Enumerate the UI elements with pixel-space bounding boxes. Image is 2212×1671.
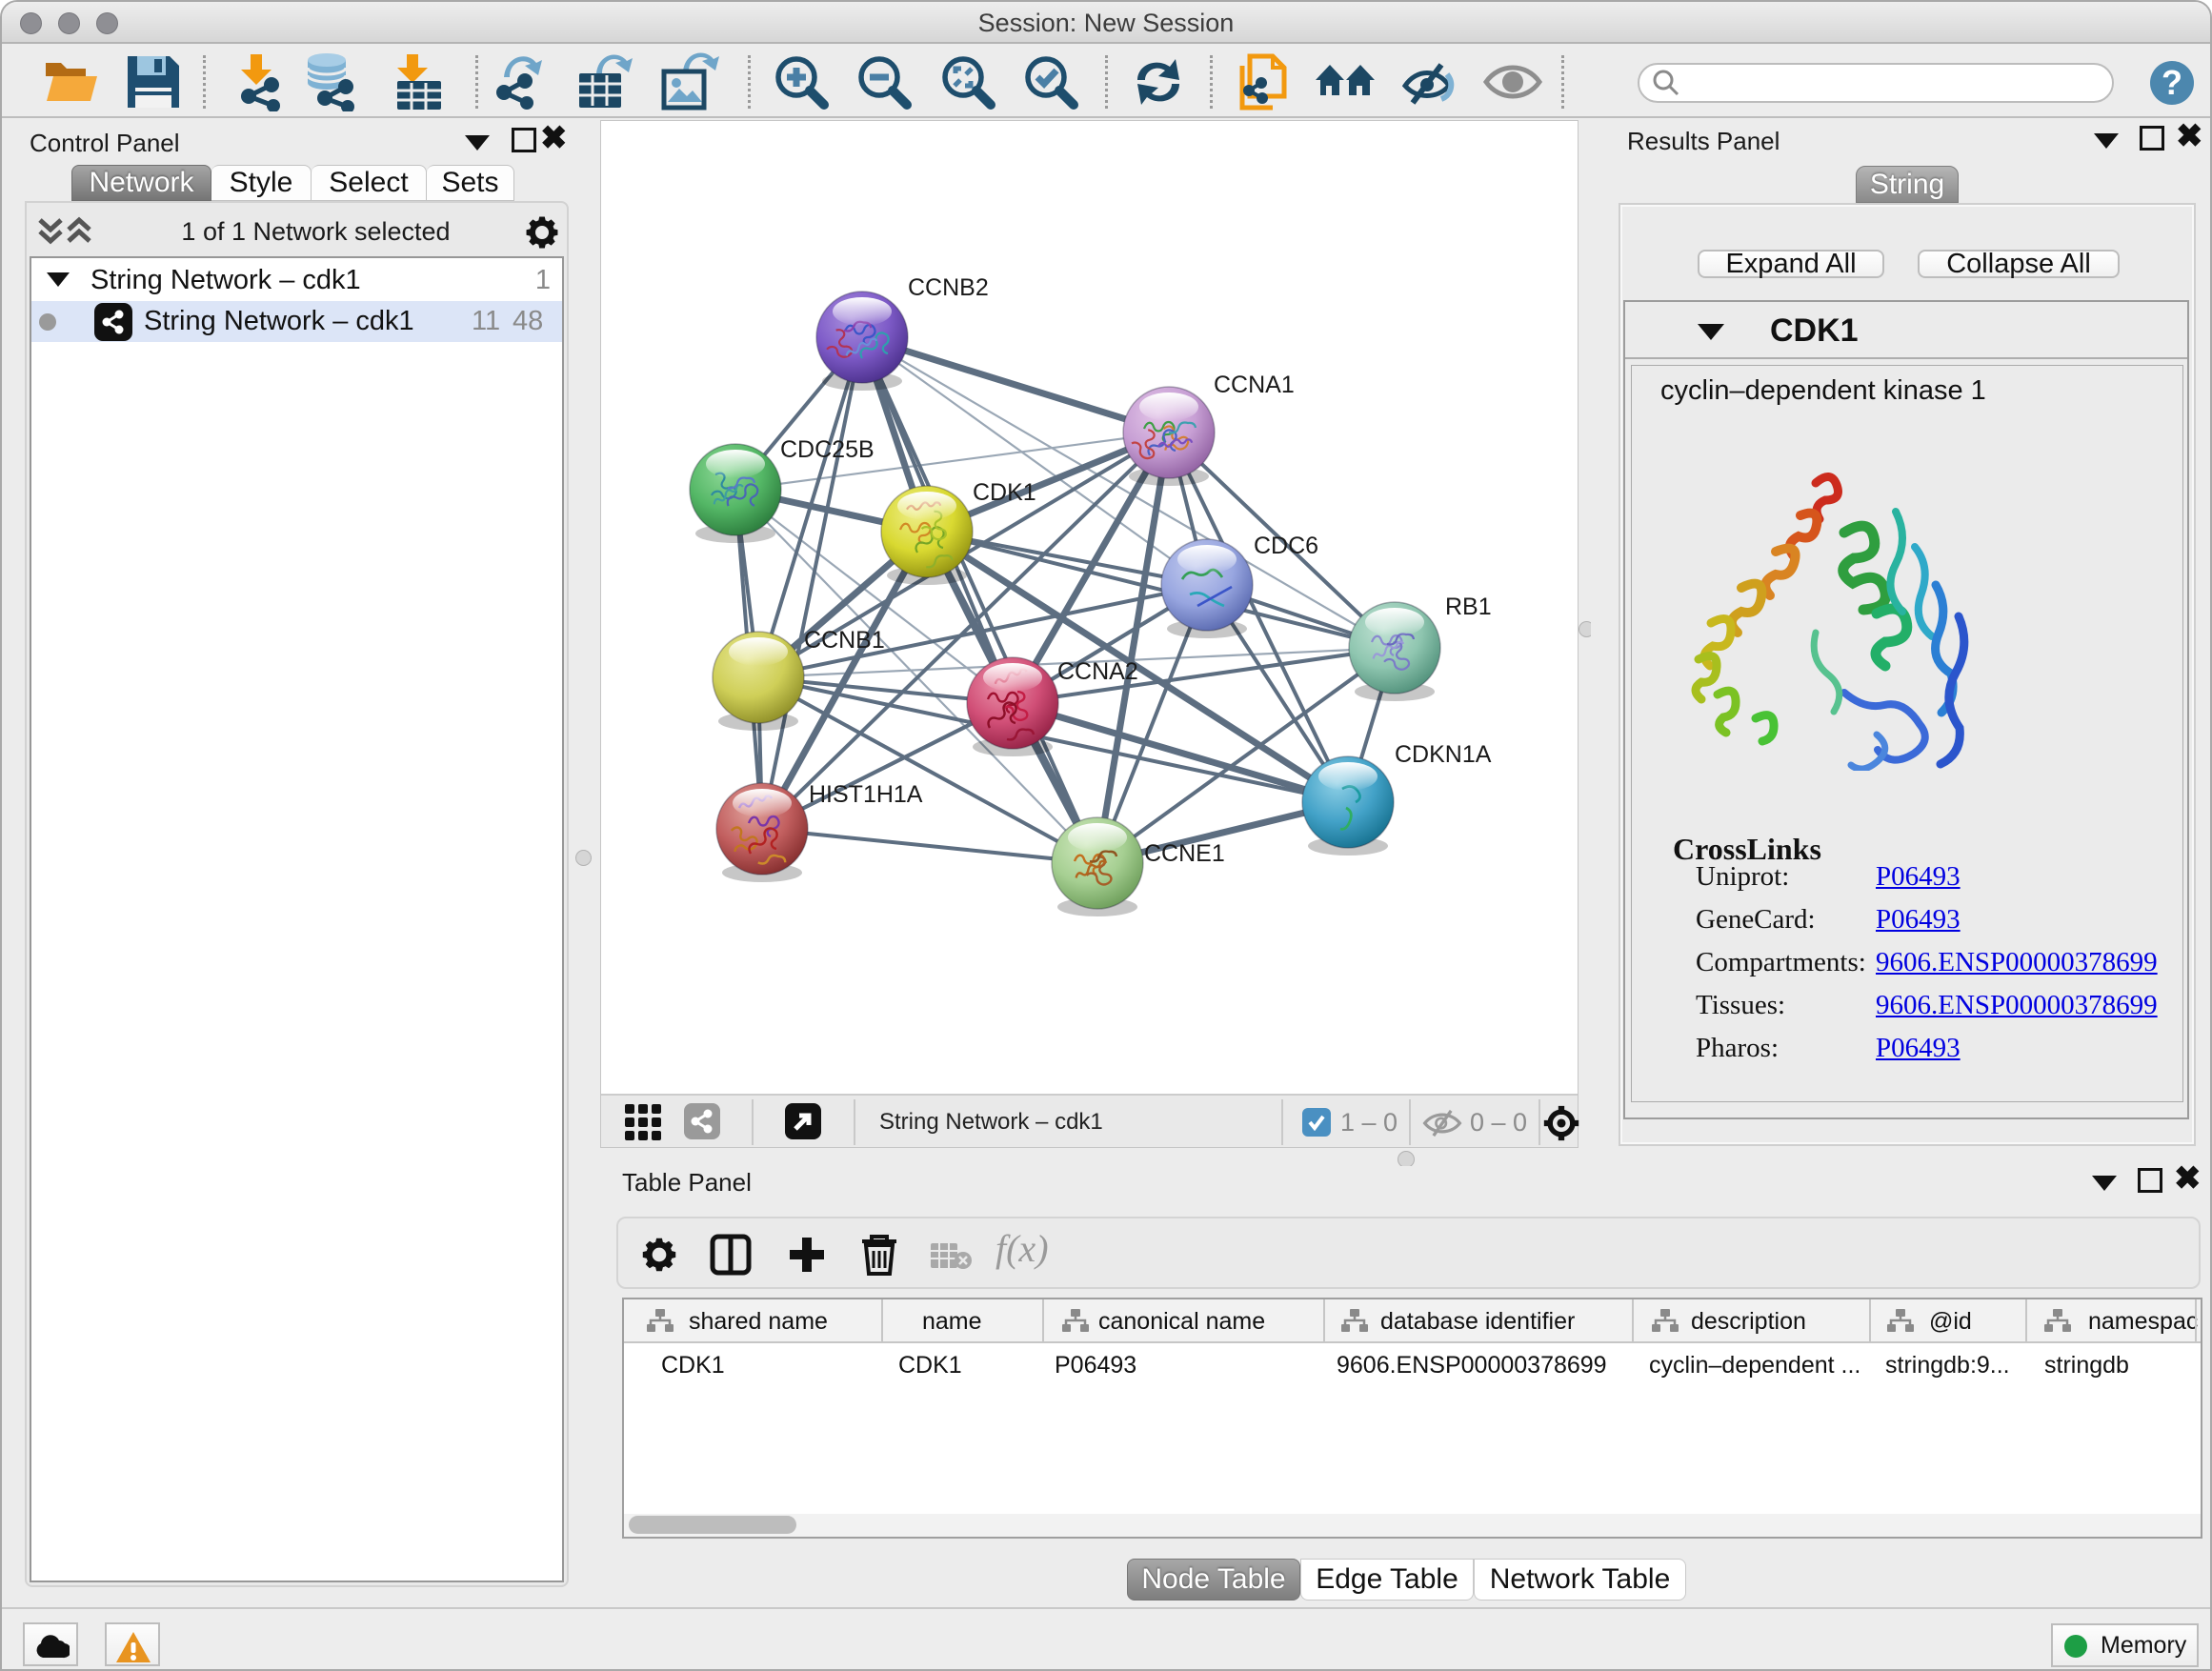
svg-text:CCNB1: CCNB1 — [804, 627, 885, 654]
svg-text:CDK1: CDK1 — [973, 479, 1036, 506]
svg-text:CCNB2: CCNB2 — [908, 274, 989, 301]
svg-text:CCNA2: CCNA2 — [1057, 658, 1138, 685]
svg-text:CDC25B: CDC25B — [780, 436, 875, 463]
svg-text:CDC6: CDC6 — [1254, 533, 1318, 559]
svg-text:RB1: RB1 — [1445, 594, 1492, 620]
svg-text:CDKN1A: CDKN1A — [1395, 741, 1492, 768]
svg-text:CCNA1: CCNA1 — [1214, 372, 1295, 398]
svg-text:HIST1H1A: HIST1H1A — [809, 781, 923, 808]
svg-text:CCNE1: CCNE1 — [1144, 840, 1225, 867]
